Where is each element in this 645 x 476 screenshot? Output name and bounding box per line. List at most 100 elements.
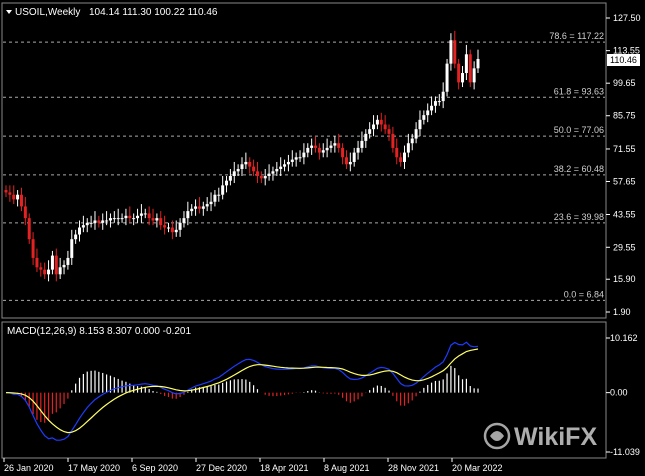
candle-body [31, 239, 35, 258]
candle-body [197, 206, 201, 209]
candle-body [372, 124, 376, 130]
candle-body [321, 150, 325, 153]
candle-body [294, 157, 298, 160]
candle-body [433, 101, 437, 106]
candle-body [27, 218, 31, 240]
candle-body [12, 194, 16, 200]
candle-body [457, 63, 461, 83]
candle-body [93, 220, 97, 223]
candle-body [74, 234, 78, 240]
date-tick-label: 20 Mar 2022 [452, 463, 503, 473]
candle-body [170, 227, 174, 233]
candle-body [437, 101, 441, 103]
fib-label: 0.0 = 6.84 [564, 289, 604, 299]
candle-body [410, 138, 414, 144]
candle-body [78, 227, 82, 235]
candle-body [375, 119, 379, 125]
date-axis: 26 Jan 2020 17 May 2020 6 Sep 2020 27 Dec 2… [3, 458, 503, 473]
date-tick-label: 6 Sep 2020 [132, 463, 178, 473]
candle-body [174, 229, 178, 233]
candle-body [43, 269, 47, 275]
candle-body [430, 105, 434, 111]
candle-body [54, 255, 58, 275]
candle-body [201, 206, 205, 209]
candle-body [399, 157, 403, 162]
candle-body [166, 227, 170, 229]
candle-body [317, 147, 321, 153]
candle-body [190, 208, 194, 212]
candle-body [422, 115, 426, 120]
candle-body [155, 218, 159, 221]
candle-body [283, 164, 287, 167]
candle-body [23, 206, 27, 219]
candle-body [267, 173, 271, 177]
candle-body [112, 218, 116, 220]
date-tick-label: 26 Jan 2020 [4, 463, 54, 473]
fib-label: 23.6 = 39.98 [554, 212, 604, 222]
candle-body [333, 143, 337, 146]
price-tick-label: 99.65 [613, 78, 636, 88]
candle-body [449, 40, 453, 64]
fib-label: 38.2 = 60.48 [554, 164, 604, 174]
macd-title: MACD(12,26,9) 8.153 8.307 0.000 -0.201 [7, 326, 191, 337]
date-tick-label: 17 May 2020 [68, 463, 120, 473]
watermark-text: WikiFX [514, 423, 597, 451]
candle-body [263, 176, 267, 179]
candle-body [348, 161, 352, 165]
trading-chart[interactable]: 78.6 = 117.22 61.8 = 93.63 50.0 = 77.06 38.… [0, 0, 645, 476]
candle-body [139, 213, 143, 216]
candle-body [464, 54, 468, 74]
candle-body [368, 129, 372, 134]
candle-body [402, 152, 406, 162]
date-tick-label: 27 Dec 2020 [196, 463, 247, 473]
price-tick-label: 57.65 [613, 177, 636, 187]
candle-body [395, 147, 399, 158]
candle-body [205, 204, 209, 207]
candle-body [302, 152, 306, 158]
date-tick-label: 18 Apr 2021 [260, 463, 309, 473]
candle-body [286, 161, 290, 165]
candle-body [101, 220, 105, 223]
candle-body [290, 159, 294, 162]
candle-body [128, 215, 132, 219]
candle-body [66, 257, 70, 265]
candle-body [213, 194, 217, 202]
date-tick-label: 8 Aug 2021 [324, 463, 370, 473]
candle-body [81, 225, 85, 228]
candle-body [39, 267, 43, 270]
macd-tick-label: 0.00 [610, 388, 628, 398]
candle-body [116, 218, 120, 220]
fib-label: 78.6 = 117.22 [549, 31, 604, 41]
candle-body [383, 124, 387, 130]
candle-body [298, 157, 302, 159]
candle-body [244, 161, 248, 165]
candle-body [159, 218, 163, 226]
candle-body [391, 133, 395, 148]
candle-body [352, 152, 356, 162]
candle-body [85, 222, 89, 226]
candle-body [360, 140, 364, 148]
candle-body [306, 147, 310, 153]
candle-body [387, 129, 391, 134]
candle-body [472, 68, 476, 83]
current-price-label: 110.46 [610, 55, 637, 65]
candle-body [476, 58, 480, 69]
price-tick-label: 1.90 [613, 307, 631, 317]
macd-axis: 10.162 0.00 -11.039 [606, 333, 640, 457]
ohlc-values: 104.14 111.30 100.22 110.46 [89, 7, 218, 18]
candle-body [414, 129, 418, 139]
candle-body [329, 145, 333, 148]
candle-body [228, 176, 232, 181]
candle-body [35, 257, 39, 268]
candle-body [16, 194, 20, 200]
macd-tick-label: -11.039 [610, 447, 640, 457]
candle-body [124, 215, 128, 219]
candle-body [151, 218, 155, 221]
candle-body [105, 220, 109, 222]
fib-label: 50.0 = 77.06 [554, 125, 604, 135]
symbol-title: USOIL,Weekly [15, 7, 80, 18]
price-tick-label: 127.50 [613, 13, 641, 23]
candle-body [236, 168, 240, 172]
candle-body [344, 157, 348, 165]
date-tick-label: 28 Nov 2021 [388, 463, 439, 473]
